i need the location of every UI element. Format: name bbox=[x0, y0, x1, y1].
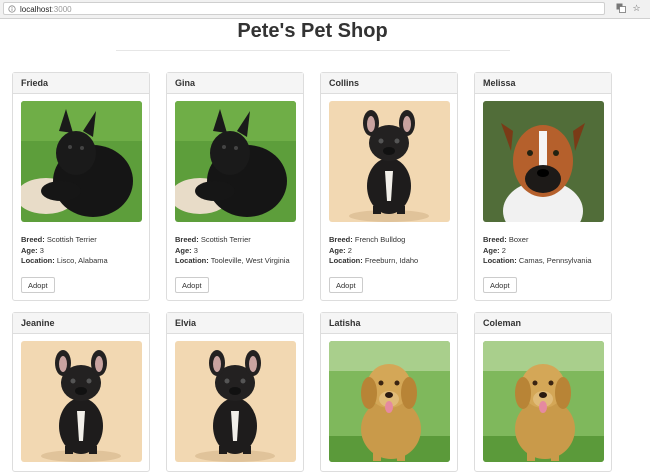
pet-card: Gina Breed: Scottish Terrier Age: 3 Loca… bbox=[166, 72, 304, 301]
pet-name: Frieda bbox=[13, 73, 149, 94]
breed-label: Breed: bbox=[175, 235, 199, 244]
browser-toolbar: localhost:3000 ☆ bbox=[0, 0, 650, 19]
location-label: Location: bbox=[21, 256, 55, 265]
breed-label: Breed: bbox=[483, 235, 507, 244]
page-title: Pete's Pet Shop bbox=[237, 20, 388, 42]
pet-details: Breed: French Bulldog Age: 2 Location: F… bbox=[329, 235, 418, 267]
pet-photo-golden-retriever bbox=[329, 341, 450, 462]
address-bar[interactable]: localhost:3000 bbox=[3, 2, 605, 15]
pet-breed: Scottish Terrier bbox=[200, 235, 251, 244]
adopt-button[interactable]: Adopt bbox=[175, 277, 209, 293]
pet-name: Elvia bbox=[167, 313, 303, 334]
pet-card: Jeanine bbox=[12, 312, 150, 472]
pet-card: Latisha bbox=[320, 312, 458, 472]
age-label: Age: bbox=[175, 245, 192, 255]
pet-photo-boxer bbox=[483, 101, 604, 222]
location-label: Location: bbox=[175, 256, 209, 265]
breed-label: Breed: bbox=[329, 235, 353, 244]
pet-name: Gina bbox=[167, 73, 303, 94]
pet-photo-french-bulldog bbox=[329, 101, 450, 222]
pet-photo-french-bulldog bbox=[175, 341, 296, 462]
pet-card: Elvia bbox=[166, 312, 304, 472]
page-info-icon[interactable] bbox=[8, 5, 16, 13]
pet-location: Camas, Pennsylvania bbox=[518, 256, 592, 265]
bookmark-star-icon[interactable]: ☆ bbox=[631, 3, 642, 14]
pet-name: Melissa bbox=[475, 73, 611, 94]
pet-card: Frieda Breed: Scottish Terrier Age: 3 Lo… bbox=[12, 72, 150, 301]
pet-breed: Boxer bbox=[508, 235, 529, 244]
url-host: localhost bbox=[20, 5, 52, 14]
adopt-button[interactable]: Adopt bbox=[483, 277, 517, 293]
pet-breed: Scottish Terrier bbox=[46, 235, 97, 244]
pet-photo-french-bulldog bbox=[21, 341, 142, 462]
pet-name: Jeanine bbox=[13, 313, 149, 334]
location-label: Location: bbox=[483, 256, 517, 265]
pet-details: Breed: Scottish Terrier Age: 3 Location:… bbox=[175, 235, 290, 267]
pet-name: Collins bbox=[321, 73, 457, 94]
pet-age: 2 bbox=[347, 245, 352, 255]
pet-photo-scottish-terrier bbox=[21, 101, 142, 222]
pet-card: Collins Breed: French Bulldog Age: 2 Loc… bbox=[320, 72, 458, 301]
pet-card: Melissa Breed: Boxer Age: 2 Location: Ca… bbox=[474, 72, 612, 301]
breed-label: Breed: bbox=[21, 235, 45, 244]
pet-name: Coleman bbox=[475, 313, 611, 334]
pet-breed: French Bulldog bbox=[354, 235, 406, 244]
pet-card: Coleman bbox=[474, 312, 612, 472]
pet-age: 3 bbox=[39, 245, 44, 255]
pet-location: Tooleville, West Virginia bbox=[210, 256, 290, 265]
location-label: Location: bbox=[329, 256, 363, 265]
translate-icon[interactable] bbox=[615, 3, 626, 14]
url-port: :3000 bbox=[51, 5, 72, 14]
pet-name: Latisha bbox=[321, 313, 457, 334]
age-label: Age: bbox=[21, 245, 38, 255]
age-label: Age: bbox=[483, 245, 500, 255]
pet-photo-scottish-terrier bbox=[175, 101, 296, 222]
pet-details: Breed: Boxer Age: 2 Location: Camas, Pen… bbox=[483, 235, 591, 267]
title-divider bbox=[116, 50, 510, 51]
age-label: Age: bbox=[329, 245, 346, 255]
pet-details: Breed: Scottish Terrier Age: 3 Location:… bbox=[21, 235, 108, 267]
pet-location: Freeburn, Idaho bbox=[364, 256, 419, 265]
pet-age: 3 bbox=[193, 245, 198, 255]
pet-photo-golden-retriever bbox=[483, 341, 604, 462]
adopt-button[interactable]: Adopt bbox=[21, 277, 55, 293]
adopt-button[interactable]: Adopt bbox=[329, 277, 363, 293]
pet-age: 2 bbox=[501, 245, 506, 255]
pet-location: Lisco, Alabama bbox=[56, 256, 108, 265]
